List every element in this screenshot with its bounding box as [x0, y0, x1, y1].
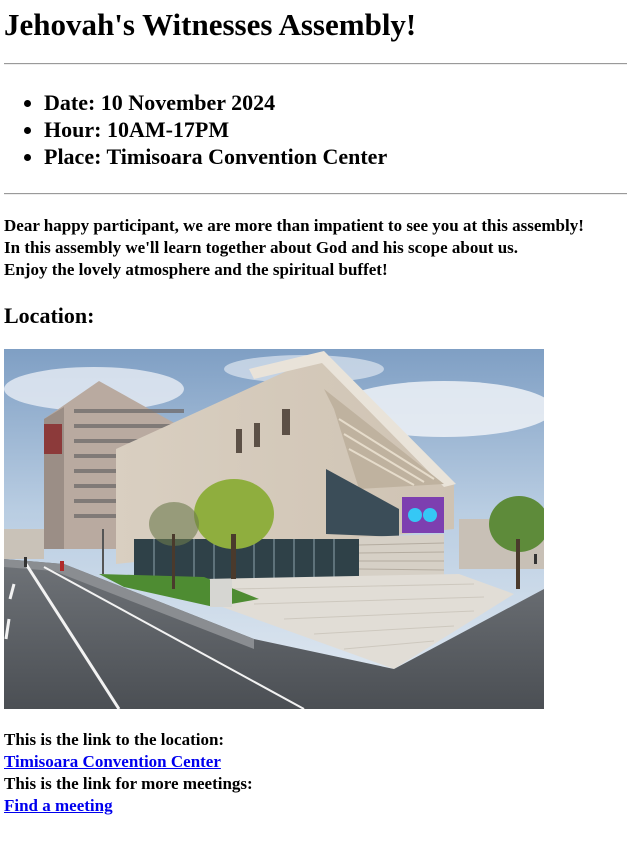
message-line: Enjoy the lovely atmosphere and the spir…: [4, 260, 388, 279]
page-title: Jehovah's Witnesses Assembly!: [4, 7, 417, 42]
event-place: Place: Timisoara Convention Center: [44, 143, 623, 170]
divider-top: [4, 63, 627, 65]
convention-center-photo: [4, 349, 544, 709]
event-date: Date: 10 November 2024: [44, 89, 623, 116]
message-line: Dear happy participant, we are more than…: [4, 216, 584, 235]
find-meeting-link[interactable]: Find a meeting: [4, 795, 623, 817]
page: Jehovah's Witnesses Assembly! Date: 10 N…: [0, 0, 627, 817]
links-section: This is the link to the location: Timiso…: [4, 729, 623, 817]
welcome-message: Dear happy participant, we are more than…: [4, 215, 623, 281]
message-line: In this assembly we'll learn together ab…: [4, 238, 519, 257]
location-link-intro: This is the link to the location:: [4, 730, 225, 749]
location-heading: Location:: [4, 303, 95, 328]
event-hour: Hour: 10AM-17PM: [44, 116, 623, 143]
location-link[interactable]: Timisoara Convention Center: [4, 751, 623, 773]
event-details-list: Date: 10 November 2024 Hour: 10AM-17PM P…: [4, 89, 623, 170]
meetings-link-intro: This is the link for more meetings:: [4, 774, 253, 793]
divider-bottom: [4, 193, 627, 195]
